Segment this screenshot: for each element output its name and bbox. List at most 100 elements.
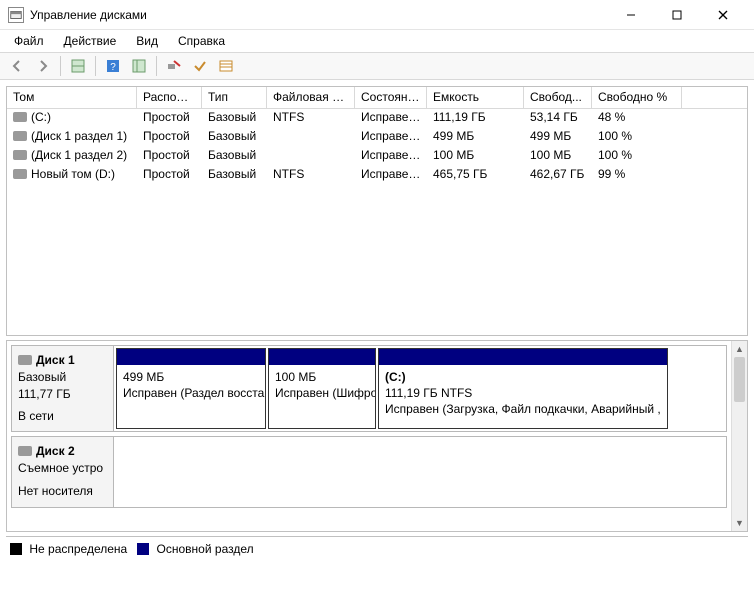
action-button[interactable]	[162, 55, 186, 77]
partition-stripe	[117, 349, 265, 365]
volume-row[interactable]: (C:)ПростойБазовыйNTFSИсправен...111,19 …	[7, 109, 747, 128]
disk-name: Диск 1	[36, 353, 75, 367]
disk-info[interactable]: Диск 1Базовый111,77 ГБВ сети	[12, 346, 114, 431]
volume-status: Исправен...	[355, 109, 427, 128]
settings-button[interactable]	[127, 55, 151, 77]
back-button[interactable]	[5, 55, 29, 77]
volume-fs: NTFS	[267, 166, 355, 185]
minimize-button[interactable]	[608, 0, 654, 30]
volume-capacity: 499 МБ	[427, 128, 524, 147]
partition[interactable]: 499 МБИсправен (Раздел восста	[116, 348, 266, 429]
partition-title: (C:)	[385, 369, 661, 385]
disk-status: Нет носителя	[18, 483, 107, 500]
volume-capacity: 100 МБ	[427, 147, 524, 166]
volume-layout: Простой	[137, 109, 202, 128]
disk-name: Диск 2	[36, 444, 75, 458]
legend-primary: Основной раздел	[137, 542, 253, 556]
volume-status: Исправен...	[355, 147, 427, 166]
swatch-primary-icon	[137, 543, 149, 555]
volume-type: Базовый	[202, 128, 267, 147]
volume-layout: Простой	[137, 166, 202, 185]
forward-button[interactable]	[31, 55, 55, 77]
partition-status: Исправен (Шифро	[275, 385, 369, 401]
volume-list[interactable]: Том Располо... Тип Файловая с... Состоян…	[6, 86, 748, 336]
volume-icon	[13, 112, 27, 122]
volume-layout: Простой	[137, 128, 202, 147]
volume-row[interactable]: (Диск 1 раздел 2)ПростойБазовыйИсправен.…	[7, 147, 747, 166]
legend-unallocated-label: Не распределена	[29, 542, 127, 556]
volume-capacity: 111,19 ГБ	[427, 109, 524, 128]
legend-primary-label: Основной раздел	[157, 542, 254, 556]
volume-type: Базовый	[202, 109, 267, 128]
disk-block: Диск 1Базовый111,77 ГБВ сети499 МБИсправ…	[11, 345, 727, 432]
close-button[interactable]	[700, 0, 746, 30]
partition[interactable]: 100 МБИсправен (Шифро	[268, 348, 376, 429]
col-freepct[interactable]: Свободно %	[592, 87, 682, 109]
menu-view[interactable]: Вид	[128, 32, 166, 50]
volume-capacity: 465,75 ГБ	[427, 166, 524, 185]
partition-size: 499 МБ	[123, 369, 259, 385]
volume-free: 53,14 ГБ	[524, 109, 592, 128]
volume-name: Новый том (D:)	[31, 167, 115, 181]
volume-icon	[13, 150, 27, 160]
volume-status: Исправен...	[355, 166, 427, 185]
volume-freepct: 99 %	[592, 166, 682, 185]
scrollbar-vertical[interactable]: ▲ ▼	[731, 341, 747, 531]
main-area: Том Располо... Тип Файловая с... Состоян…	[0, 80, 754, 560]
disk-icon	[18, 446, 32, 456]
volume-name: (Диск 1 раздел 1)	[31, 129, 127, 143]
col-type[interactable]: Тип	[202, 87, 267, 109]
scroll-up-icon[interactable]: ▲	[732, 341, 747, 357]
menubar: Файл Действие Вид Справка	[0, 30, 754, 52]
partition-status: Исправен (Загрузка, Файл подкачки, Авари…	[385, 401, 661, 417]
col-status[interactable]: Состояние	[355, 87, 427, 109]
volume-row[interactable]: (Диск 1 раздел 1) ПростойБазовый Исправен.…	[7, 128, 747, 147]
disk-block: Диск 2 Съемное устро Нет носителя	[11, 436, 727, 508]
volume-row[interactable]: Новый том (D:) ПростойБазовыйNTFSИсправен…	[7, 166, 747, 185]
col-free[interactable]: Свобод...	[524, 87, 592, 109]
volume-type: Базовый	[202, 166, 267, 185]
window-title: Управление дисками	[30, 8, 147, 22]
volume-free: 100 МБ	[524, 147, 592, 166]
volume-icon	[13, 131, 27, 141]
col-volume[interactable]: Том	[7, 87, 137, 109]
swatch-unallocated-icon	[10, 543, 22, 555]
disk-type: Съемное устро	[18, 460, 107, 477]
partition-stripe	[269, 349, 375, 365]
volume-icon	[13, 169, 27, 179]
disk-info[interactable]: Диск 2 Съемное устро Нет носителя	[12, 437, 114, 507]
svg-text:?: ?	[110, 62, 116, 73]
partition-size: 111,19 ГБ NTFS	[385, 385, 661, 401]
titlebar: Управление дисками	[0, 0, 754, 30]
menu-action[interactable]: Действие	[56, 32, 125, 50]
col-capacity[interactable]: Емкость	[427, 87, 524, 109]
partition[interactable]: (C:)111,19 ГБ NTFSИсправен (Загрузка, Фа…	[378, 348, 668, 429]
disk-graphical-view: Диск 1Базовый111,77 ГБВ сети499 МБИсправ…	[6, 340, 748, 532]
statusbar	[0, 560, 754, 572]
volume-type: Базовый	[202, 147, 267, 166]
scroll-thumb[interactable]	[734, 357, 745, 402]
list-view-button[interactable]	[214, 55, 238, 77]
show-hide-tree-button[interactable]	[66, 55, 90, 77]
partition-status: Исправен (Раздел восста	[123, 385, 259, 401]
col-layout[interactable]: Располо...	[137, 87, 202, 109]
volume-status: Исправен...	[355, 128, 427, 147]
volume-freepct: 100 %	[592, 128, 682, 147]
disk-partitions	[114, 437, 726, 507]
volume-name: (C:)	[31, 110, 51, 124]
disk-capacity: 111,77 ГБ	[18, 386, 107, 403]
volume-free: 499 МБ	[524, 128, 592, 147]
toolbar: ?	[0, 52, 754, 80]
menu-file[interactable]: Файл	[6, 32, 52, 50]
disk-icon	[18, 355, 32, 365]
app-icon	[8, 7, 24, 23]
check-button[interactable]	[188, 55, 212, 77]
legend: Не распределена Основной раздел	[6, 536, 748, 560]
menu-help[interactable]: Справка	[170, 32, 233, 50]
volume-fs	[267, 147, 355, 166]
disk-type: Базовый	[18, 369, 107, 386]
help-button[interactable]: ?	[101, 55, 125, 77]
scroll-down-icon[interactable]: ▼	[732, 515, 747, 531]
col-fs[interactable]: Файловая с...	[267, 87, 355, 109]
maximize-button[interactable]	[654, 0, 700, 30]
